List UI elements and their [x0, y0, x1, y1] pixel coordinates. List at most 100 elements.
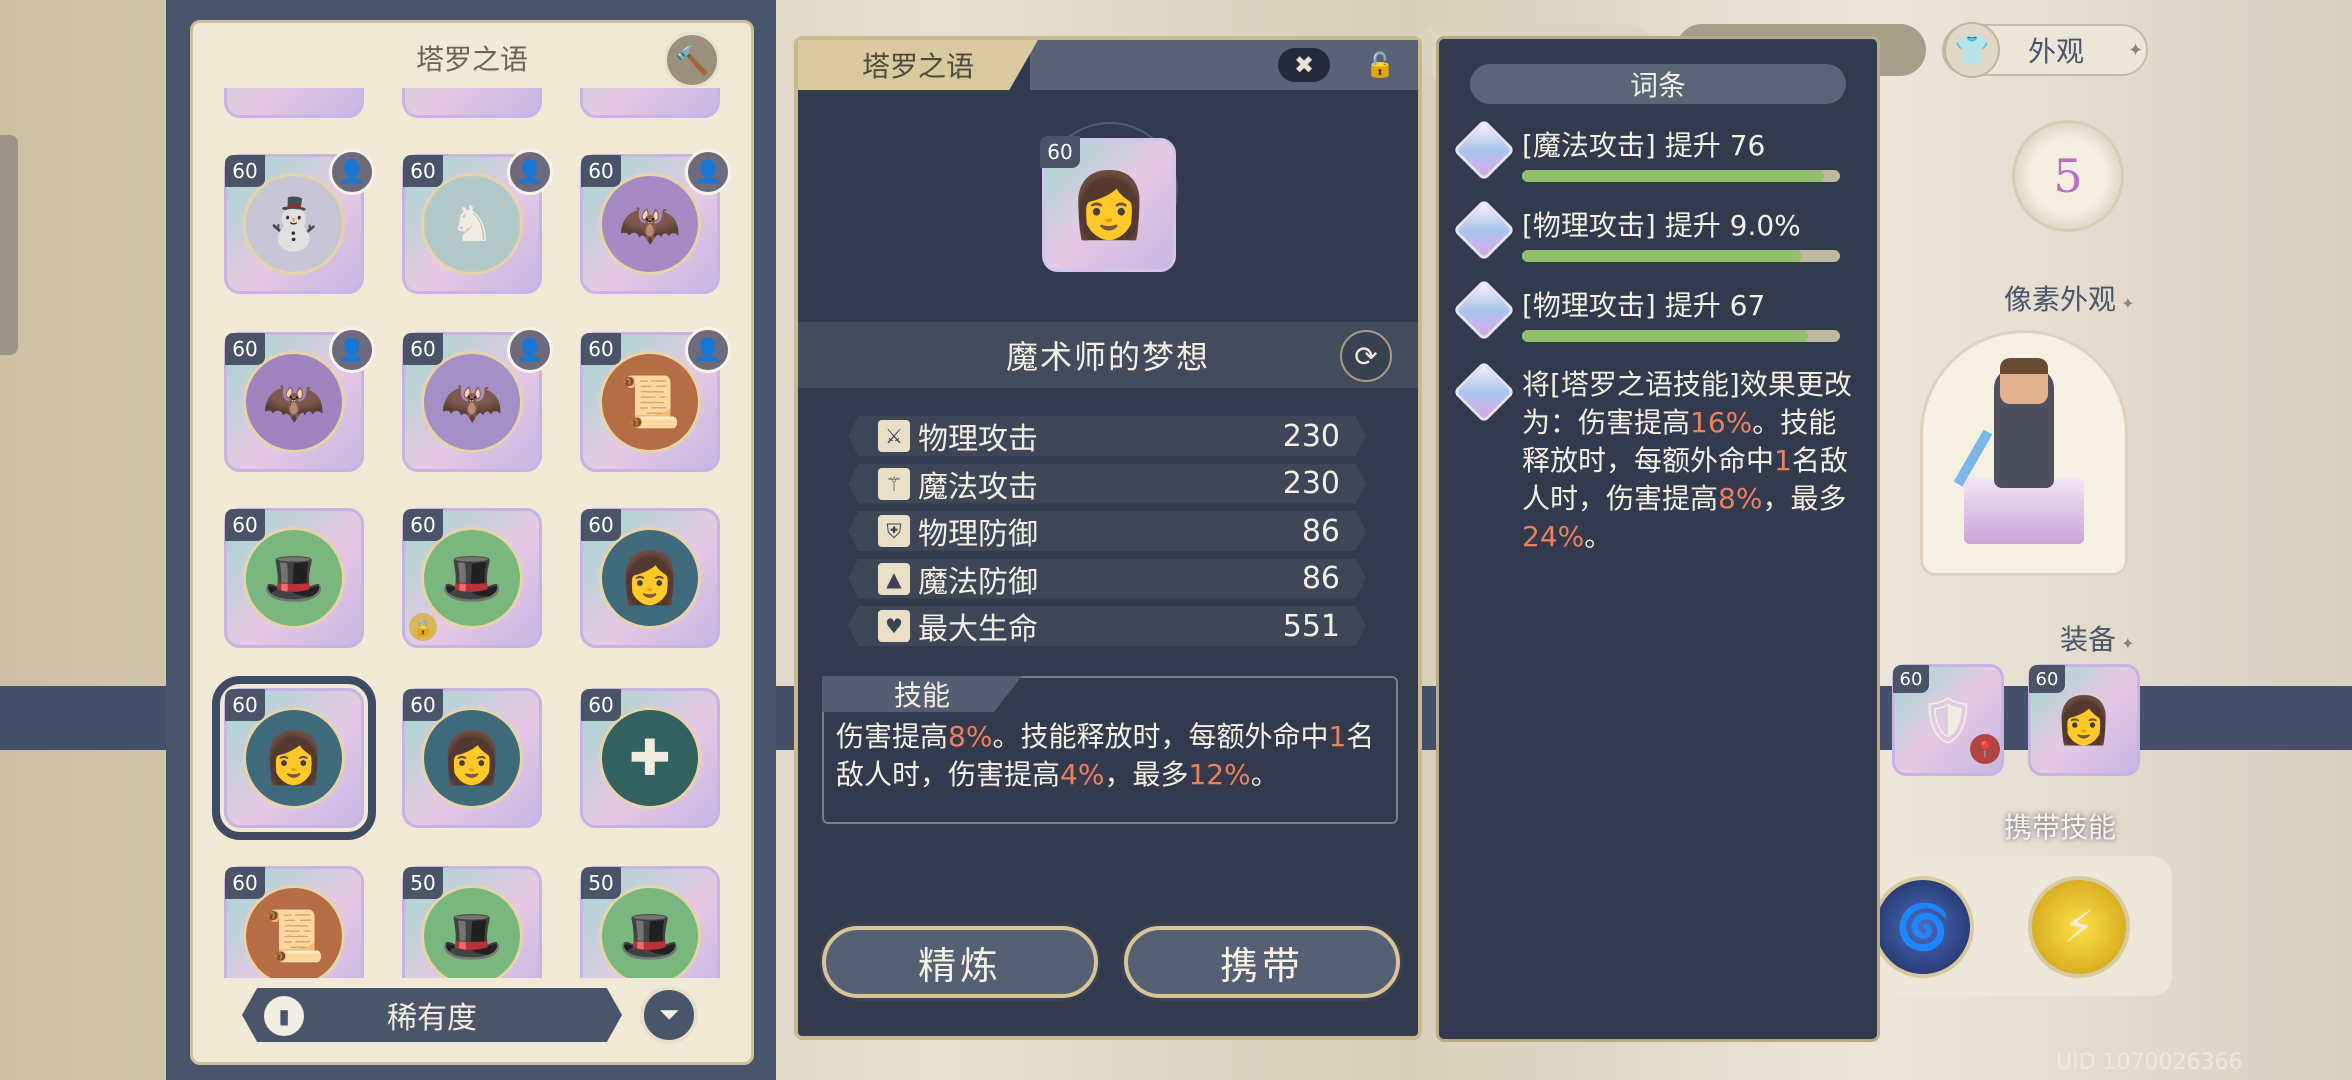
hammer-icon[interactable]: 🔨	[664, 32, 720, 88]
level-badge: 50	[581, 867, 621, 899]
item-emblem-icon: 🎩	[421, 527, 523, 629]
item-emblem-icon: 📜	[243, 885, 345, 978]
inventory-slot[interactable]: 🎩 60 🔒	[402, 508, 542, 648]
close-icon[interactable]: ✖	[1278, 48, 1330, 82]
inventory-slot[interactable]: 📜 60 👤	[580, 327, 731, 472]
level-badge: 60	[225, 509, 265, 541]
rarity-label: 稀有度	[387, 1001, 477, 1036]
inventory-slot[interactable]: 🎩 50	[402, 866, 542, 978]
inventory-slot[interactable]: 👩 60	[402, 688, 542, 828]
highlight-value: 8%	[1718, 482, 1763, 515]
affix-text: [魔法攻击] 提升 76	[1522, 129, 1766, 162]
stat-label: 最大生命	[918, 612, 1038, 647]
inventory-slot[interactable]: ✚ 60	[580, 688, 720, 828]
inventory-slot[interactable]: ⛄ 60 👤	[224, 149, 375, 294]
level-badge: 60	[2029, 665, 2065, 693]
filter-icon[interactable]: ⏷	[640, 986, 698, 1044]
affix-title: 词条	[1470, 64, 1846, 104]
highlight-value: 1	[1328, 720, 1347, 753]
inventory-slot[interactable]: 🎩 60	[224, 508, 364, 648]
inventory-slot[interactable]: 🦇 60 👤	[224, 327, 375, 472]
stat-label: 物理防御	[918, 517, 1038, 552]
highlight-value: 16%	[1690, 406, 1753, 439]
affix-progress-fill	[1522, 170, 1825, 182]
stat-label: 魔法攻击	[918, 469, 1038, 505]
stat-row: ♥ 最大生命 551	[848, 606, 1366, 646]
pixel-avatar-card[interactable]	[1920, 330, 2128, 576]
owner-avatar: 👤	[329, 149, 375, 195]
skill-title: 技能	[822, 676, 1022, 712]
level-badge: 60	[581, 689, 621, 721]
affix-progress-bar	[1522, 250, 1840, 262]
detail-tab[interactable]: 塔罗之语	[798, 40, 1038, 90]
skill-orb-2[interactable]: ⚡	[2028, 876, 2130, 978]
highlight-value: 8%	[948, 720, 993, 753]
level-badge-value: 5	[2053, 149, 2083, 203]
equipment-slot-2[interactable]: 👩 60	[2028, 664, 2140, 776]
stat-value: 230	[1282, 466, 1340, 501]
level-badge: 60	[225, 333, 265, 365]
owner-avatar: 👤	[685, 149, 731, 195]
inventory-slot[interactable]: 👩 60	[212, 676, 376, 840]
inventory-slot[interactable]: 🦇 60 👤	[402, 327, 553, 472]
item-emblem-icon: 🦇	[421, 351, 523, 453]
item-emblem-icon: 🎩	[599, 885, 701, 978]
inventory-slot[interactable]: ♞ 60 👤	[402, 149, 553, 294]
level-badge: 60	[403, 155, 443, 187]
inventory-grid[interactable]: ⛄ 60 👤 ♞ 60 👤 🦇 60 👤 🦇 60 👤 🦇 60 👤 📜 60 👤 🎩 60 🎩 60 🔒 👩 60 👩 60 👩 60…	[210, 88, 734, 978]
inventory-slot[interactable]: 📜 60	[224, 866, 364, 978]
affix-progress-bar	[1522, 330, 1840, 342]
affix-progress-bar	[1522, 170, 1840, 182]
inventory-slot[interactable]: 🎩 50	[580, 866, 720, 978]
wizard-hat-icon: ▲	[878, 562, 910, 595]
level-badge: 50	[403, 867, 443, 899]
level-badge: 60	[581, 155, 621, 187]
refine-button[interactable]: 精炼	[822, 926, 1098, 998]
shield-icon: ⛨	[878, 515, 910, 547]
text-segment: 伤害提高	[836, 720, 949, 753]
carry-button[interactable]: 携带	[1124, 926, 1400, 998]
inventory-slot[interactable]: 👩 60	[580, 508, 720, 648]
text-segment: ，最多	[1762, 482, 1847, 515]
level-badge: 60	[403, 509, 443, 541]
level-heart-badge: 5	[2012, 120, 2124, 232]
stat-row: ▲ 魔法防御 86	[848, 558, 1366, 599]
pin-icon: 📍	[1970, 734, 2000, 764]
pixel-character	[1953, 358, 2084, 548]
pixel-appearance-label: 像素外观 ✦	[2004, 283, 2135, 316]
swap-icon[interactable]: ⟳	[1340, 330, 1392, 382]
owner-avatar: 👤	[507, 149, 553, 195]
stat-value: 551	[1282, 608, 1340, 644]
item-emblem-icon: 🦇	[599, 173, 701, 275]
unlock-icon[interactable]: 🔓	[1360, 46, 1400, 84]
level-badge: 60	[581, 509, 621, 541]
wand-icon: ⚚	[878, 467, 910, 500]
inventory-slot[interactable]	[580, 88, 720, 118]
level-badge: 60	[581, 333, 621, 365]
item-emblem-icon: ✚	[599, 707, 701, 809]
stat-row: ⚚ 魔法攻击 230	[848, 463, 1366, 505]
highlight-value: 1	[1774, 444, 1792, 477]
item-level-badge: 60	[1040, 136, 1080, 168]
uid-label: UID 1070026366	[2056, 1050, 2243, 1075]
affix-text: [物理攻击] 提升 9.0%	[1522, 209, 1801, 242]
left-edge-tab[interactable]	[0, 135, 18, 355]
item-emblem-icon: 📜	[599, 351, 701, 453]
skill-orb-1[interactable]: 🌀	[1872, 876, 1974, 978]
level-badge: 60	[225, 689, 265, 721]
stat-row: ⛨ 物理防御 86	[848, 511, 1366, 551]
text-segment: 。	[1250, 758, 1279, 791]
inventory-slot[interactable]	[402, 88, 542, 118]
stat-value: 230	[1282, 418, 1340, 454]
item-emblem-icon: ♞	[421, 173, 523, 275]
lock-icon: 🔒	[409, 613, 437, 641]
sparkle-icon: ✦	[2128, 39, 2144, 61]
skill-description: 伤害提高8%。技能释放时，每额外命中1名敌人时，伤害提高4%，最多12%。	[836, 718, 1390, 794]
affix-special-text: 将[塔罗之语技能]效果更改为：伤害提高16%。技能释放时，每额外命中1名敌人时，…	[1522, 366, 1852, 556]
text-segment: 。技能释放时，每额外命中	[992, 720, 1329, 753]
inventory-slot[interactable]	[224, 88, 364, 118]
sword-icon: ⚔	[878, 420, 910, 452]
stat-row: ⚔ 物理攻击 230	[848, 416, 1366, 456]
level-badge: 60	[225, 867, 265, 899]
inventory-slot[interactable]: 🦇 60 👤	[580, 149, 731, 294]
